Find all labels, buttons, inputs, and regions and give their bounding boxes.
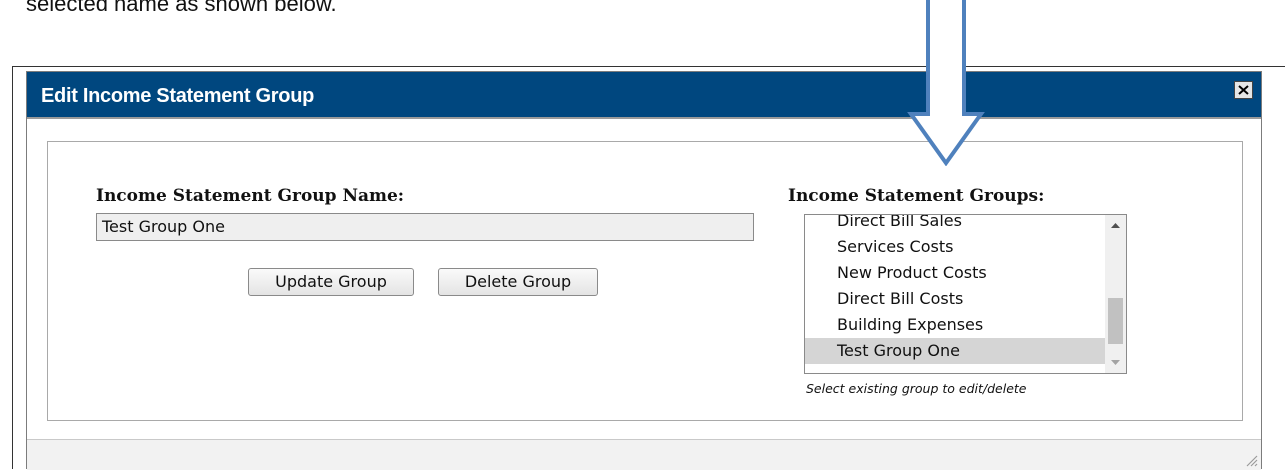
scroll-up-button[interactable] bbox=[1105, 217, 1126, 235]
scroll-thumb[interactable] bbox=[1108, 298, 1123, 344]
triangle-up-icon bbox=[1111, 223, 1120, 228]
group-name-label: Income Statement Group Name: bbox=[96, 186, 405, 206]
listbox-scrollbar[interactable] bbox=[1105, 215, 1126, 373]
list-item[interactable]: Direct Bill Sales bbox=[805, 215, 1126, 234]
delete-group-button[interactable]: Delete Group bbox=[438, 268, 598, 296]
update-group-button[interactable]: Update Group bbox=[248, 268, 414, 296]
list-item-selected[interactable]: Test Group One bbox=[805, 338, 1126, 364]
caption-text: selected name as shown below. bbox=[26, 0, 337, 16]
frame-line-left bbox=[12, 66, 13, 469]
dialog-title: Edit Income Statement Group bbox=[41, 85, 315, 107]
dialog-content: Income Statement Group Name: Test Group … bbox=[27, 119, 1261, 439]
groups-listbox[interactable]: Direct Bill Sales Services Costs New Pro… bbox=[804, 214, 1127, 374]
frame-line-top bbox=[12, 66, 1285, 67]
edit-group-dialog: Edit Income Statement Group Income State… bbox=[26, 71, 1262, 470]
groups-label: Income Statement Groups: bbox=[788, 186, 1045, 206]
list-item[interactable]: New Product Costs bbox=[805, 260, 1126, 286]
triangle-down-icon bbox=[1111, 360, 1120, 365]
close-button[interactable] bbox=[1234, 81, 1253, 99]
dialog-titlebar[interactable]: Edit Income Statement Group bbox=[27, 72, 1261, 119]
group-name-input[interactable]: Test Group One bbox=[96, 213, 754, 241]
form-panel: Income Statement Group Name: Test Group … bbox=[47, 141, 1243, 421]
list-item[interactable]: Building Expenses bbox=[805, 312, 1126, 338]
dialog-footer bbox=[27, 439, 1261, 470]
list-item[interactable]: Services Costs bbox=[805, 234, 1126, 260]
close-icon bbox=[1238, 85, 1249, 95]
scroll-down-button[interactable] bbox=[1105, 353, 1126, 371]
list-item[interactable]: Direct Bill Costs bbox=[805, 286, 1126, 312]
listbox-hint: Select existing group to edit/delete bbox=[806, 381, 1027, 396]
resize-grip-icon[interactable] bbox=[1244, 453, 1258, 467]
down-arrow-icon bbox=[907, 0, 985, 166]
